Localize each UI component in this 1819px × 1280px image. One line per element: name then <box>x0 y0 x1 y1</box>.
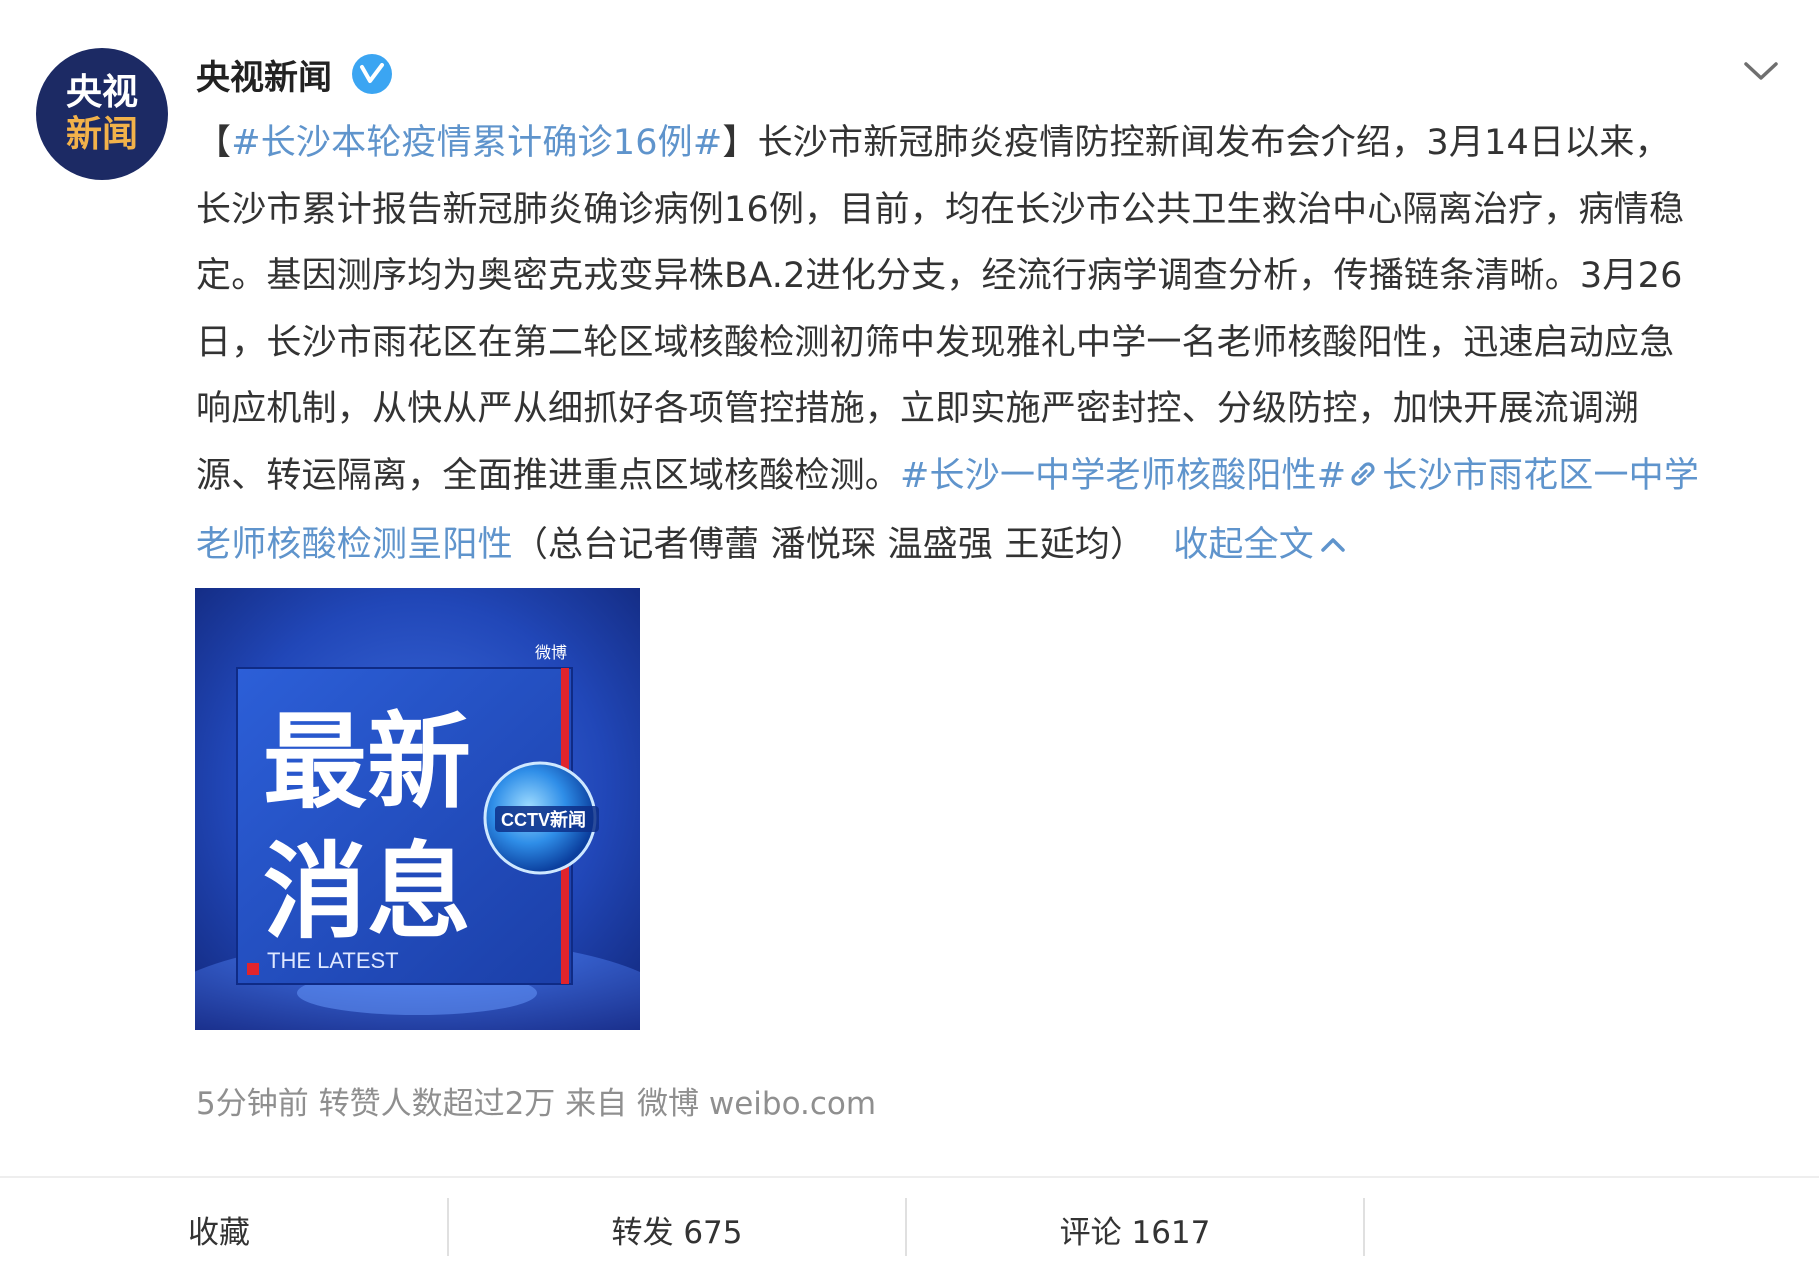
author-header: 央视新闻 <box>196 50 392 99</box>
post-text-line: 响应机制，从快从严从细抓好各项管控措施，立即实施严密封控、分级防控，加快开展流调… <box>196 376 1786 443</box>
post-text-segment: 】长沙市新冠肺炎疫情防控新闻发布会介绍，3月14日以来， <box>722 123 1669 163</box>
post-text-line: 源、转运隔离，全面推进重点区域核酸检测。#长沙一中学老师核酸阳性# 长沙市雨花区一… <box>196 443 1786 510</box>
segment-text: #长沙一中学老师核酸阳性# <box>900 455 1347 496</box>
chevron-up-icon <box>1320 509 1346 552</box>
chevron-down-icon[interactable] <box>1742 56 1780 86</box>
segment-text: 源、转运隔离，全面推进重点区域核酸检测。 <box>196 455 901 496</box>
post-meta: 5分钟前 转赞人数超过2万 来自 微博 weibo.com <box>196 1086 877 1122</box>
segment-text: 老师核酸检测呈阳性 <box>196 525 513 565</box>
segment-text: 日，长沙市雨花区在第二轮区域核酸检测初筛中发现雅礼中学一名老师核酸阳性，迅速启动… <box>196 322 1675 363</box>
image-title-line1: 最新 <box>263 701 471 823</box>
comment-button[interactable]: 评论 1617 <box>907 1178 1363 1280</box>
avatar-text-line1: 央视 <box>65 72 138 113</box>
segment-text: 】长沙市新冠肺炎疫情防控新闻发布会介绍，3月14日以来， <box>722 123 1670 163</box>
segment-text: 定。基因测序均为奥密克戎变异株BA.2进化分支，经流行病学调查分析，传播链条清晰… <box>196 256 1683 296</box>
post-text-line: 【#长沙本轮疫情累计确诊16例#】长沙市新冠肺炎疫情防控新闻发布会介绍，3月14… <box>196 110 1786 177</box>
segment-text: 长沙市累计报告新冠肺炎确诊病例16例，目前，均在长沙市公共卫生救治中心隔离治疗，… <box>196 189 1685 230</box>
post-text-segment: 定。基因测序均为奥密克戎变异株BA.2进化分支，经流行病学调查分析，传播链条清晰… <box>196 256 1683 296</box>
post-text-segment: 日，长沙市雨花区在第二轮区域核酸检测初筛中发现雅礼中学一名老师核酸阳性，迅速启动… <box>196 323 1674 363</box>
segment-text: 收起全文 <box>1173 525 1315 565</box>
article-link[interactable]: 长沙市雨花区一中学 <box>1382 456 1699 496</box>
image-title-line2: 消息 <box>263 831 471 953</box>
segment-text: 长沙市雨花区一中学 <box>1382 455 1700 496</box>
segment-text: 【 <box>196 123 232 163</box>
verified-badge-icon <box>352 54 392 94</box>
post-text-segment: 源、转运隔离，全面推进重点区域核酸检测。 <box>196 456 900 496</box>
like-button[interactable] <box>1365 1178 1819 1280</box>
post-text-segment: 【 <box>196 123 231 163</box>
image-subtitle: THE LATEST <box>267 948 399 973</box>
post-text-segment: 长沙市累计报告新冠肺炎确诊病例16例，目前，均在长沙市公共卫生救治中心隔离治疗，… <box>196 190 1684 230</box>
image-watermark: 微博 <box>535 643 567 662</box>
post-text-line: 日，长沙市雨花区在第二轮区域核酸检测初筛中发现雅礼中学一名老师核酸阳性，迅速启动… <box>196 310 1786 377</box>
post-text-line: 老师核酸检测呈阳性（总台记者傅蕾 潘悦琛 温盛强 王延均） 收起全文 <box>196 509 1786 576</box>
segment-text: 响应机制，从快从严从细抓好各项管控措施，立即实施严密封控、分级防控，加快开展流调… <box>196 389 1640 429</box>
post-text-line: 长沙市累计报告新冠肺炎确诊病例16例，目前，均在长沙市公共卫生救治中心隔离治疗，… <box>196 177 1786 244</box>
hashtag-link[interactable]: #长沙本轮疫情累计确诊16例# <box>231 123 722 163</box>
author-name[interactable]: 央视新闻 <box>196 50 332 99</box>
segment-text: （总台记者傅蕾 潘悦琛 温盛强 王延均） <box>512 525 1146 565</box>
post-image[interactable]: 微博 最新 消息 THE LATEST CCTV新闻 <box>195 588 640 1030</box>
cctv-logo: CCTV新闻 <box>501 809 586 830</box>
segment-text: #长沙本轮疫情累计确诊16例# <box>231 123 723 163</box>
favorite-label: 收藏 <box>188 1214 250 1251</box>
post-text-segment: 响应机制，从快从严从细抓好各项管控措施，立即实施严密封控、分级防控，加快开展流调… <box>196 389 1639 429</box>
article-link[interactable]: 老师核酸检测呈阳性 <box>196 525 513 565</box>
forward-button[interactable]: 转发 675 <box>449 1178 905 1280</box>
comment-label: 评论 1617 <box>1059 1214 1211 1251</box>
post-text: 【#长沙本轮疫情累计确诊16例#】长沙市新冠肺炎疫情防控新闻发布会介绍，3月14… <box>196 110 1786 576</box>
favorite-button[interactable]: 收藏 <box>0 1178 447 1280</box>
hashtag-link[interactable]: #长沙一中学老师核酸阳性# <box>900 456 1346 496</box>
action-bar: 收藏 转发 675 评论 1617 <box>0 1176 1819 1280</box>
post-text-segment: （总台记者傅蕾 潘悦琛 温盛强 王延均） <box>513 525 1145 565</box>
post-text-line: 定。基因测序均为奥密克戎变异株BA.2进化分支，经流行病学调查分析，传播链条清晰… <box>196 243 1786 310</box>
avatar[interactable]: 央视 新闻 <box>36 48 168 180</box>
avatar-text-line2: 新闻 <box>65 114 138 155</box>
collapse-text-link[interactable]: 收起全文 <box>1173 525 1346 565</box>
link-icon <box>1346 447 1380 486</box>
forward-label: 转发 675 <box>611 1214 743 1251</box>
